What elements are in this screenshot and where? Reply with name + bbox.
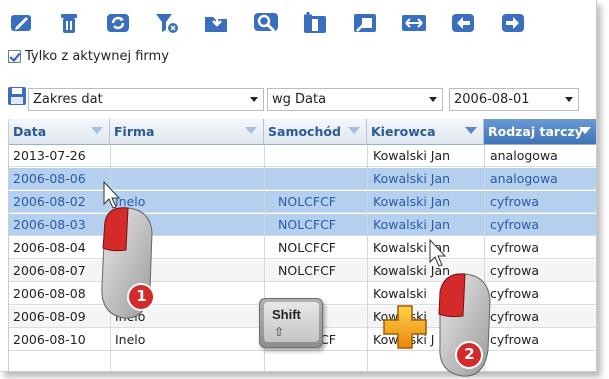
refresh-icon[interactable]	[103, 10, 133, 36]
chevron-down-icon	[565, 97, 573, 102]
table-cell-rodzaj: cyfrowa	[490, 217, 540, 232]
column-divider	[367, 145, 368, 371]
table-cell-rodzaj: analogowa	[490, 148, 558, 163]
sort-select[interactable]: wg Data	[267, 88, 443, 111]
arrow-left-icon[interactable]	[448, 10, 478, 36]
table-row[interactable]: 2006-08-04 NOLCFCF Kowalski Jan cyfrowa	[9, 237, 596, 259]
folder-export-icon[interactable]	[202, 10, 232, 36]
window-restore-icon[interactable]	[350, 10, 380, 36]
trash-icon[interactable]	[54, 10, 84, 36]
filter-icon[interactable]	[348, 127, 360, 134]
date-range-select[interactable]: Zakres dat	[28, 88, 264, 111]
table-cell-data: 2006-08-02	[13, 194, 86, 209]
chevron-down-icon	[250, 97, 258, 102]
table-cell-samochod: NOLCFCF	[278, 217, 336, 232]
table-cell-firma: Inelo	[115, 332, 146, 347]
table-cell-kierowca: Kowalski Jan	[373, 263, 451, 278]
table-cell-kierowca: Kowalski J	[373, 332, 435, 347]
table-cell-data: 2013-07-26	[13, 148, 86, 163]
active-company-checkbox[interactable]	[8, 49, 21, 63]
toolbar	[0, 0, 596, 44]
date-range-value: Zakres dat	[33, 92, 103, 107]
search-icon[interactable]	[251, 10, 281, 36]
fit-width-icon[interactable]	[399, 10, 429, 36]
column-divider	[484, 145, 485, 371]
column-divider	[110, 145, 111, 371]
column-header-samochod[interactable]: Samochód	[264, 119, 367, 145]
filter-icon[interactable]	[579, 127, 591, 134]
active-company-label: Tylko z aktywnej firmy	[25, 48, 169, 64]
column-header-rodzaj-tarczy[interactable]: Rodzaj tarczy	[484, 119, 596, 145]
table-cell-samochod: NOLCFCF	[278, 194, 336, 209]
filter-icon[interactable]	[91, 127, 103, 134]
filter-clear-icon[interactable]	[152, 10, 182, 36]
table-cell-data: 2006-08-03	[13, 217, 86, 232]
table-cell-rodzaj: analogowa	[490, 171, 558, 186]
table-cell-kierowca: Kowalski Jan	[373, 240, 451, 255]
arrow-right-icon[interactable]	[498, 10, 528, 36]
shift-key-icon: Shift ⇧	[259, 298, 323, 348]
table-cell-data: 2006-08-09	[13, 309, 86, 324]
table-cell-kierowca: Kowalski Jan	[373, 194, 451, 209]
table-cell-rodzaj: cyfrowa	[490, 286, 540, 301]
table-cell-data: 2006-08-08	[13, 286, 86, 301]
save-icon[interactable]	[8, 86, 26, 106]
column-header-data[interactable]: Data	[9, 119, 110, 145]
table-cell-firma: Inelo	[115, 309, 146, 324]
table-row[interactable]: 2006-08-02 Inelo NOLCFCF Kowalski Jan cyfrow…	[9, 191, 596, 213]
table-cell-kierowca: Kowalski Jan	[373, 171, 451, 186]
table-row[interactable]: 2006-08-06 Kowalski Jan analogowa	[9, 168, 596, 190]
table-cell-data: 2006-08-10	[13, 332, 86, 347]
shift-arrow-icon: ⇧	[274, 325, 285, 339]
column-header-firma[interactable]: Firma	[110, 119, 264, 145]
table-cell-data: 2006-08-07	[13, 263, 86, 278]
table-cell-rodzaj: cyfrowa	[490, 194, 540, 209]
filter-icon[interactable]	[245, 127, 257, 134]
table-cell-rodzaj: cyfrowa	[490, 240, 540, 255]
date-value: 2006-08-01	[454, 92, 530, 107]
table-cell-rodzaj: cyfrowa	[490, 309, 540, 324]
table-cell-rodzaj: cyfrowa	[490, 332, 540, 347]
table-row[interactable]: 2013-07-26 Kowalski Jan analogowa	[9, 145, 596, 167]
date-picker[interactable]: 2006-08-01	[449, 88, 579, 111]
column-add-icon[interactable]	[300, 10, 330, 36]
chevron-down-icon	[429, 97, 437, 102]
active-company-checkbox-row[interactable]: Tylko z aktywnej firmy	[8, 47, 169, 65]
filter-icon[interactable]	[465, 127, 477, 134]
table-cell-firma: Inelo	[115, 194, 146, 209]
table-cell-rodzaj: cyfrowa	[490, 263, 540, 278]
table-cell-samochod: NOLCFCF	[278, 240, 336, 255]
table-cell-kierowca: Kowalski	[373, 309, 427, 324]
table-cell-kierowca: Kowalski Jan	[373, 217, 451, 232]
table-cell-data: 2006-08-06	[13, 171, 86, 186]
table-cell-kierowca: Kowalski Jan	[373, 148, 451, 163]
column-header-kierowca[interactable]: Kierowca	[367, 119, 484, 145]
table-cell-samochod: NOLCFCF	[278, 263, 336, 278]
table-cell-kierowca: Kowalski	[373, 286, 427, 301]
table-row[interactable]: 2006-08-07 NOLCFCF Kowalski Jan cyfrowa	[9, 260, 596, 282]
sort-value: wg Data	[272, 92, 327, 107]
shift-key-label: Shift	[272, 307, 301, 322]
table-row[interactable]: 2006-08-03 NOLCFCF Kowalski Jan cyfrowa	[9, 214, 596, 236]
edit-icon[interactable]	[6, 10, 36, 36]
table-cell-data: 2006-08-04	[13, 240, 86, 255]
